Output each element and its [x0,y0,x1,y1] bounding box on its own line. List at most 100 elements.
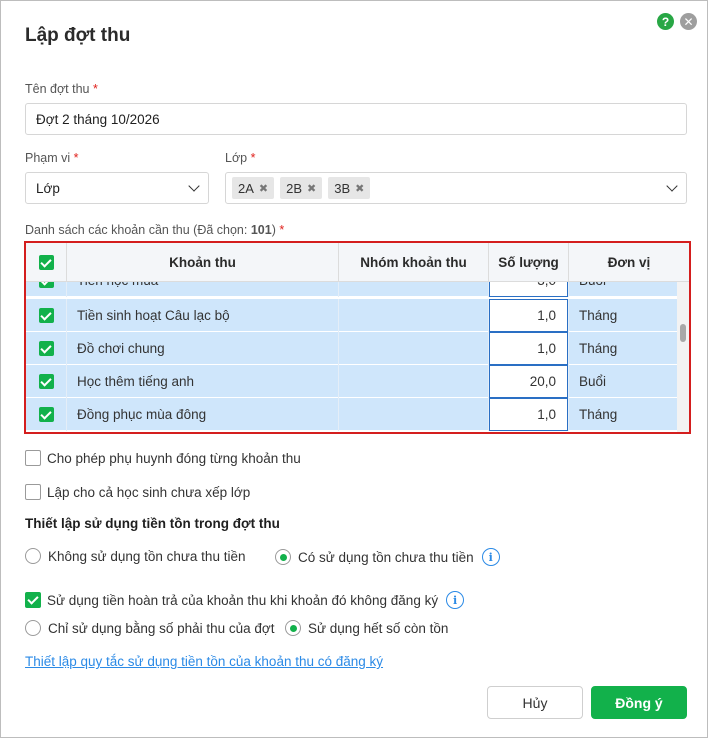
name-input[interactable]: Đợt 2 tháng 10/2026 [25,103,687,135]
class-tag-label: 2A [238,180,254,196]
info-icon[interactable]: i [481,548,500,566]
quantity-cell: 1,0 [489,299,569,332]
radio-only-due-label: Chỉ sử dụng bằng số phải thu của đợt [48,620,275,636]
fee-group [339,332,489,365]
radio-not-use-balance-button[interactable] [25,548,41,564]
radio-use-all[interactable]: Sử dụng hết số còn tồn [285,620,448,636]
help-icon[interactable]: ? [657,13,674,30]
dialog: Lập đợt thu ? ✕ Tên đợt thu * Đợt 2 thán… [0,0,708,738]
fee-name: Đồ chơi chung [67,332,339,365]
fee-group [339,398,489,431]
remove-tag-icon[interactable]: ✖ [307,182,316,195]
quantity-cell: 20,0 [489,365,569,398]
required-mark: * [92,82,98,96]
name-input-value: Đợt 2 tháng 10/2026 [36,111,160,127]
quantity-input[interactable]: 3,0 [489,282,568,297]
ok-button[interactable]: Đồng ý [591,686,687,719]
chevron-down-icon [188,180,200,192]
close-icon[interactable]: ✕ [680,13,697,30]
quantity-input[interactable]: 1,0 [489,299,568,332]
quantity-input[interactable]: 20,0 [489,365,568,398]
class-tag: 2A ✖ [232,177,275,199]
row-checkbox-cell[interactable] [26,332,67,365]
class-label-text: Lớp [225,151,248,165]
class-tag: 2B ✖ [280,177,323,199]
select-all-checkbox[interactable] [38,255,54,270]
column-header-group[interactable]: Nhóm khoản thu [339,243,489,282]
radio-not-use-balance-label: Không sử dụng tồn chưa thu tiền [48,548,246,564]
fee-name: Học thêm tiếng anh [67,365,339,398]
fee-group [339,282,489,297]
column-header-fee[interactable]: Khoản thu [67,243,339,282]
radio-not-use-balance[interactable]: Không sử dụng tồn chưa thu tiền [25,548,245,564]
class-tag-label: 2B [286,180,303,196]
name-label: Tên đợt thu * [25,82,98,96]
include-unassigned-label: Lập cho cả học sinh chưa xếp lớp [47,484,251,500]
table-row[interactable]: Học thêm tiếng anh 20,0 Buổi [26,365,677,398]
radio-use-all-label: Sử dụng hết số còn tồn [308,620,449,636]
row-checkbox[interactable] [38,407,54,422]
required-mark: * [73,151,79,165]
table-row[interactable]: Đồng phục mùa đông 1,0 Tháng [26,398,677,431]
header-select-all[interactable] [26,243,67,282]
radio-use-all-button[interactable] [285,620,301,636]
info-icon[interactable]: i [446,591,465,609]
allow-parent-pay-each-option[interactable]: Cho phép phụ huynh đóng từng khoản thu [25,450,301,466]
include-unassigned-checkbox[interactable] [25,484,41,500]
fees-list-label: Danh sách các khoản cần thu (Đã chọn: 10… [25,223,284,237]
remove-tag-icon[interactable]: ✖ [355,182,364,195]
column-header-quantity[interactable]: Số lượng [489,243,569,282]
refund-option[interactable]: Sử dụng tiền hoàn trả của khoản thu khi … [25,591,465,609]
required-mark: * [279,223,285,237]
fee-unit: Buổi [569,282,677,297]
row-checkbox[interactable] [38,341,54,356]
column-header-unit[interactable]: Đơn vị [569,243,689,282]
radio-use-balance-label: Có sử dụng tồn chưa thu tiền [298,549,474,565]
row-checkbox[interactable] [38,308,54,323]
row-checkbox-cell[interactable] [26,365,67,398]
scrollbar-thumb[interactable] [680,324,686,342]
fee-unit: Tháng [579,308,618,323]
fees-table: Khoản thu Nhóm khoản thu Số lượng Đơn vị… [24,241,691,434]
name-label-text: Tên đợt thu [25,82,90,96]
allow-parent-pay-each-checkbox[interactable] [25,450,41,466]
table-scrollbar[interactable] [677,282,689,432]
class-label: Lớp * [225,151,255,165]
remove-tag-icon[interactable]: ✖ [259,182,268,195]
table-row[interactable]: Tiền học múa 3,0 Buổi [26,282,677,297]
selected-count: 101 [250,223,272,237]
quantity-input[interactable]: 1,0 [489,332,568,365]
row-checkbox-cell[interactable] [26,299,67,332]
quantity-cell: 1,0 [489,398,569,431]
radio-only-due-button[interactable] [25,620,41,636]
row-checkbox[interactable] [38,374,54,389]
include-unassigned-option[interactable]: Lập cho cả học sinh chưa xếp lớp [25,484,250,500]
scope-select[interactable]: Lớp [25,172,209,204]
row-checkbox[interactable] [38,282,54,288]
required-mark: * [250,151,256,165]
scope-label: Phạm vi * [25,151,79,165]
table-row[interactable]: Đồ chơi chung 1,0 Tháng [26,332,677,365]
fee-unit: Tháng [579,407,618,422]
radio-use-balance-button[interactable] [275,549,291,565]
table-header: Khoản thu Nhóm khoản thu Số lượng Đơn vị [26,243,689,282]
class-multiselect[interactable]: 2A ✖ 2B ✖ 3B ✖ [225,172,687,204]
refund-checkbox[interactable] [25,592,41,608]
radio-only-due[interactable]: Chỉ sử dụng bằng số phải thu của đợt [25,620,275,636]
fee-unit: Buổi [579,374,607,389]
row-checkbox-cell[interactable] [26,398,67,431]
fees-list-label-suffix: ) [271,223,276,237]
fees-list-label-prefix: Danh sách các khoản cần thu (Đã chọn: [25,223,251,237]
table-body: Tiền học múa 3,0 Buổi Tiền sinh hoạt Câu… [26,282,677,432]
table-row[interactable]: Tiền sinh hoạt Câu lạc bộ 1,0 Tháng [26,299,677,332]
quantity-input[interactable]: 1,0 [489,398,568,431]
cancel-button[interactable]: Hủy [487,686,583,719]
row-checkbox-cell[interactable] [26,282,67,297]
chevron-down-icon[interactable] [666,180,678,192]
radio-use-balance[interactable]: Có sử dụng tồn chưa thu tiền i [275,548,500,566]
fee-name: Tiền học múa [67,282,339,297]
quantity-cell: 3,0 [489,282,569,297]
allow-parent-pay-each-label: Cho phép phụ huynh đóng từng khoản thu [47,450,301,466]
fee-group [339,365,489,398]
balance-rule-link[interactable]: Thiết lập quy tắc sử dụng tiền tồn của k… [25,654,383,669]
